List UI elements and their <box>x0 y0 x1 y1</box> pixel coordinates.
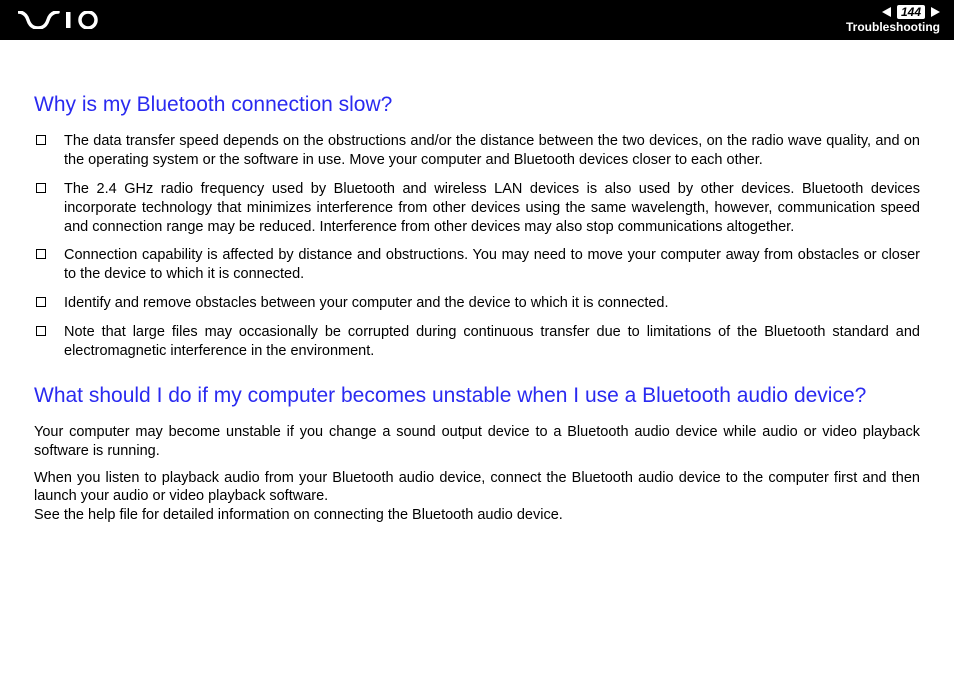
prev-page-arrow-icon[interactable] <box>882 7 891 17</box>
list-item: The data transfer speed depends on the o… <box>34 132 920 170</box>
square-bullet-icon <box>36 297 46 307</box>
hidden-marker: n N <box>110 2 126 13</box>
square-bullet-icon <box>36 183 46 193</box>
list-item: Note that large files may occasionally b… <box>34 323 920 361</box>
next-page-arrow-icon[interactable] <box>931 7 940 17</box>
list-item: The 2.4 GHz radio frequency used by Blue… <box>34 180 920 237</box>
square-bullet-icon <box>36 249 46 259</box>
header-right: 144 Troubleshooting <box>846 5 940 34</box>
bullet-text: Note that large files may occasionally b… <box>64 324 920 359</box>
bullet-text: Identify and remove obstacles between yo… <box>64 295 669 311</box>
bullet-text: The data transfer speed depends on the o… <box>64 133 920 168</box>
header-bar: n N 144 Troubleshooting <box>0 0 954 40</box>
section-label: Troubleshooting <box>846 20 940 34</box>
paragraph: When you listen to playback audio from y… <box>34 469 920 526</box>
page-nav: 144 <box>882 5 940 19</box>
page-content: Why is my Bluetooth connection slow? The… <box>0 40 954 525</box>
bullet-list-slow: The data transfer speed depends on the o… <box>34 132 920 360</box>
list-item: Connection capability is affected by dis… <box>34 246 920 284</box>
vaio-logo <box>18 11 118 29</box>
paragraph: Your computer may become unstable if you… <box>34 423 920 461</box>
square-bullet-icon <box>36 326 46 336</box>
heading-bluetooth-slow: Why is my Bluetooth connection slow? <box>34 92 920 118</box>
heading-bluetooth-unstable: What should I do if my computer becomes … <box>34 383 920 409</box>
list-item: Identify and remove obstacles between yo… <box>34 294 920 313</box>
square-bullet-icon <box>36 135 46 145</box>
bullet-text: Connection capability is affected by dis… <box>64 247 920 282</box>
page-number: 144 <box>897 5 925 19</box>
bullet-text: The 2.4 GHz radio frequency used by Blue… <box>64 181 920 235</box>
